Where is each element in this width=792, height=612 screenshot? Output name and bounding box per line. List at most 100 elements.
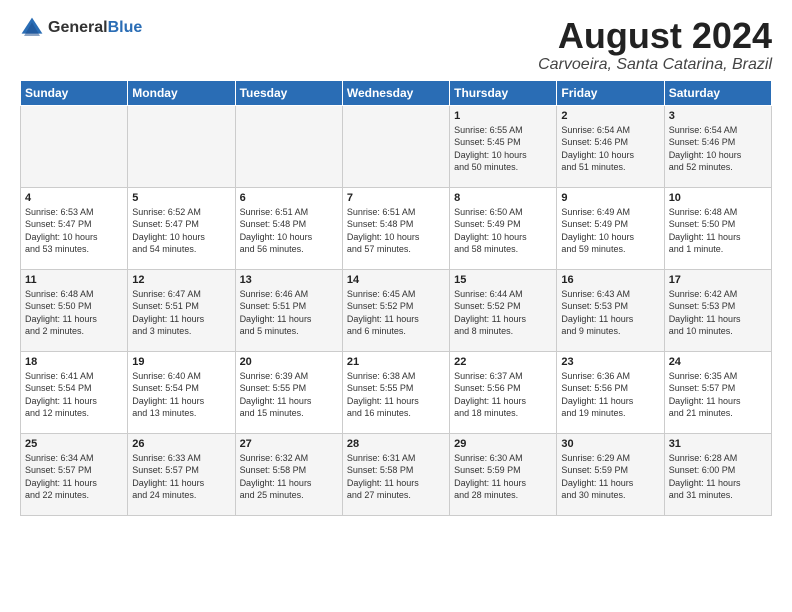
day-number: 24 [669,356,767,368]
day-number: 25 [25,438,123,450]
cell-1-2: 6 Sunrise: 6:51 AM Sunset: 5:48 PM Daylig… [235,187,342,269]
title-block: August 2024 Carvoeira, Santa Catarina, B… [538,16,772,74]
day-number: 27 [240,438,338,450]
cell-1-6: 10 Sunrise: 6:48 AM Sunset: 5:50 PM Dayli… [664,187,771,269]
day-number: 12 [132,274,230,286]
day-number: 10 [669,192,767,204]
day-info: Sunrise: 6:50 AM Sunset: 5:49 PM Dayligh… [454,206,552,256]
day-info: Sunrise: 6:34 AM Sunset: 5:57 PM Dayligh… [25,452,123,502]
col-monday: Monday [128,80,235,105]
week-row-4: 18 Sunrise: 6:41 AM Sunset: 5:54 PM Dayli… [21,351,772,433]
cell-3-0: 18 Sunrise: 6:41 AM Sunset: 5:54 PM Dayli… [21,351,128,433]
day-number: 15 [454,274,552,286]
calendar-body: 1 Sunrise: 6:55 AM Sunset: 5:45 PM Daylig… [21,105,772,515]
cell-4-3: 28 Sunrise: 6:31 AM Sunset: 5:58 PM Dayli… [342,433,449,515]
cell-0-1 [128,105,235,187]
day-number: 29 [454,438,552,450]
day-number: 16 [561,274,659,286]
day-info: Sunrise: 6:53 AM Sunset: 5:47 PM Dayligh… [25,206,123,256]
day-info: Sunrise: 6:54 AM Sunset: 5:46 PM Dayligh… [561,124,659,174]
day-number: 8 [454,192,552,204]
cell-0-6: 3Sunrise: 6:54 AM Sunset: 5:46 PM Daylig… [664,105,771,187]
week-row-1: 1 Sunrise: 6:55 AM Sunset: 5:45 PM Daylig… [21,105,772,187]
day-info: Sunrise: 6:39 AM Sunset: 5:55 PM Dayligh… [240,370,338,420]
day-info: Sunrise: 6:42 AM Sunset: 5:53 PM Dayligh… [669,288,767,338]
day-info: Sunrise: 6:40 AM Sunset: 5:54 PM Dayligh… [132,370,230,420]
cell-2-5: 16 Sunrise: 6:43 AM Sunset: 5:53 PM Dayli… [557,269,664,351]
cell-4-2: 27 Sunrise: 6:32 AM Sunset: 5:58 PM Dayli… [235,433,342,515]
logo-text: GeneralBlue [48,19,142,37]
cell-3-4: 22Sunrise: 6:37 AM Sunset: 5:56 PM Dayli… [450,351,557,433]
cell-2-6: 17 Sunrise: 6:42 AM Sunset: 5:53 PM Dayli… [664,269,771,351]
cell-2-0: 11 Sunrise: 6:48 AM Sunset: 5:50 PM Dayli… [21,269,128,351]
main-container: GeneralBlue August 2024 Carvoeira, Santa… [0,0,792,526]
cell-4-4: 29 Sunrise: 6:30 AM Sunset: 5:59 PM Dayli… [450,433,557,515]
day-info: Sunrise: 6:51 AM Sunset: 5:48 PM Dayligh… [347,206,445,256]
day-info: Sunrise: 6:55 AM Sunset: 5:45 PM Dayligh… [454,124,552,174]
day-number: 9 [561,192,659,204]
day-info: Sunrise: 6:31 AM Sunset: 5:58 PM Dayligh… [347,452,445,502]
header: GeneralBlue August 2024 Carvoeira, Santa… [20,16,772,74]
day-number: 17 [669,274,767,286]
cell-1-1: 5 Sunrise: 6:52 AM Sunset: 5:47 PM Daylig… [128,187,235,269]
day-info: Sunrise: 6:30 AM Sunset: 5:59 PM Dayligh… [454,452,552,502]
day-info: Sunrise: 6:44 AM Sunset: 5:52 PM Dayligh… [454,288,552,338]
cell-4-0: 25 Sunrise: 6:34 AM Sunset: 5:57 PM Dayli… [21,433,128,515]
day-number: 6 [240,192,338,204]
week-row-2: 4 Sunrise: 6:53 AM Sunset: 5:47 PM Daylig… [21,187,772,269]
cell-0-0 [21,105,128,187]
cell-2-3: 14 Sunrise: 6:45 AM Sunset: 5:52 PM Dayli… [342,269,449,351]
col-friday: Friday [557,80,664,105]
col-sunday: Sunday [21,80,128,105]
day-number: 5 [132,192,230,204]
calendar-table: Sunday Monday Tuesday Wednesday Thursday… [20,80,772,516]
cell-1-0: 4 Sunrise: 6:53 AM Sunset: 5:47 PM Daylig… [21,187,128,269]
day-number: 4 [25,192,123,204]
day-info: Sunrise: 6:36 AM Sunset: 5:56 PM Dayligh… [561,370,659,420]
cell-2-1: 12Sunrise: 6:47 AM Sunset: 5:51 PM Dayli… [128,269,235,351]
day-info: Sunrise: 6:45 AM Sunset: 5:52 PM Dayligh… [347,288,445,338]
day-number: 26 [132,438,230,450]
cell-3-6: 24Sunrise: 6:35 AM Sunset: 5:57 PM Dayli… [664,351,771,433]
day-info: Sunrise: 6:51 AM Sunset: 5:48 PM Dayligh… [240,206,338,256]
col-saturday: Saturday [664,80,771,105]
logo-icon [20,16,44,40]
day-number: 18 [25,356,123,368]
day-number: 19 [132,356,230,368]
day-number: 14 [347,274,445,286]
cell-4-1: 26 Sunrise: 6:33 AM Sunset: 5:57 PM Dayli… [128,433,235,515]
day-number: 31 [669,438,767,450]
cell-3-1: 19 Sunrise: 6:40 AM Sunset: 5:54 PM Dayli… [128,351,235,433]
day-info: Sunrise: 6:48 AM Sunset: 5:50 PM Dayligh… [669,206,767,256]
cell-2-2: 13 Sunrise: 6:46 AM Sunset: 5:51 PM Dayli… [235,269,342,351]
cell-3-2: 20Sunrise: 6:39 AM Sunset: 5:55 PM Dayli… [235,351,342,433]
day-number: 11 [25,274,123,286]
cell-3-3: 21Sunrise: 6:38 AM Sunset: 5:55 PM Dayli… [342,351,449,433]
day-number: 3 [669,110,767,122]
day-number: 28 [347,438,445,450]
logo-blue: Blue [108,19,143,36]
day-info: Sunrise: 6:48 AM Sunset: 5:50 PM Dayligh… [25,288,123,338]
day-info: Sunrise: 6:41 AM Sunset: 5:54 PM Dayligh… [25,370,123,420]
day-info: Sunrise: 6:28 AM Sunset: 6:00 PM Dayligh… [669,452,767,502]
day-info: Sunrise: 6:52 AM Sunset: 5:47 PM Dayligh… [132,206,230,256]
day-info: Sunrise: 6:46 AM Sunset: 5:51 PM Dayligh… [240,288,338,338]
page-subtitle: Carvoeira, Santa Catarina, Brazil [538,56,772,74]
day-info: Sunrise: 6:29 AM Sunset: 5:59 PM Dayligh… [561,452,659,502]
day-number: 1 [454,110,552,122]
day-info: Sunrise: 6:32 AM Sunset: 5:58 PM Dayligh… [240,452,338,502]
cell-0-3 [342,105,449,187]
cell-1-4: 8 Sunrise: 6:50 AM Sunset: 5:49 PM Daylig… [450,187,557,269]
day-info: Sunrise: 6:43 AM Sunset: 5:53 PM Dayligh… [561,288,659,338]
cell-4-5: 30 Sunrise: 6:29 AM Sunset: 5:59 PM Dayli… [557,433,664,515]
col-tuesday: Tuesday [235,80,342,105]
week-row-3: 11 Sunrise: 6:48 AM Sunset: 5:50 PM Dayli… [21,269,772,351]
day-number: 7 [347,192,445,204]
day-info: Sunrise: 6:33 AM Sunset: 5:57 PM Dayligh… [132,452,230,502]
day-number: 23 [561,356,659,368]
day-number: 30 [561,438,659,450]
day-number: 13 [240,274,338,286]
cell-2-4: 15 Sunrise: 6:44 AM Sunset: 5:52 PM Dayli… [450,269,557,351]
logo: GeneralBlue [20,16,142,40]
day-info: Sunrise: 6:37 AM Sunset: 5:56 PM Dayligh… [454,370,552,420]
